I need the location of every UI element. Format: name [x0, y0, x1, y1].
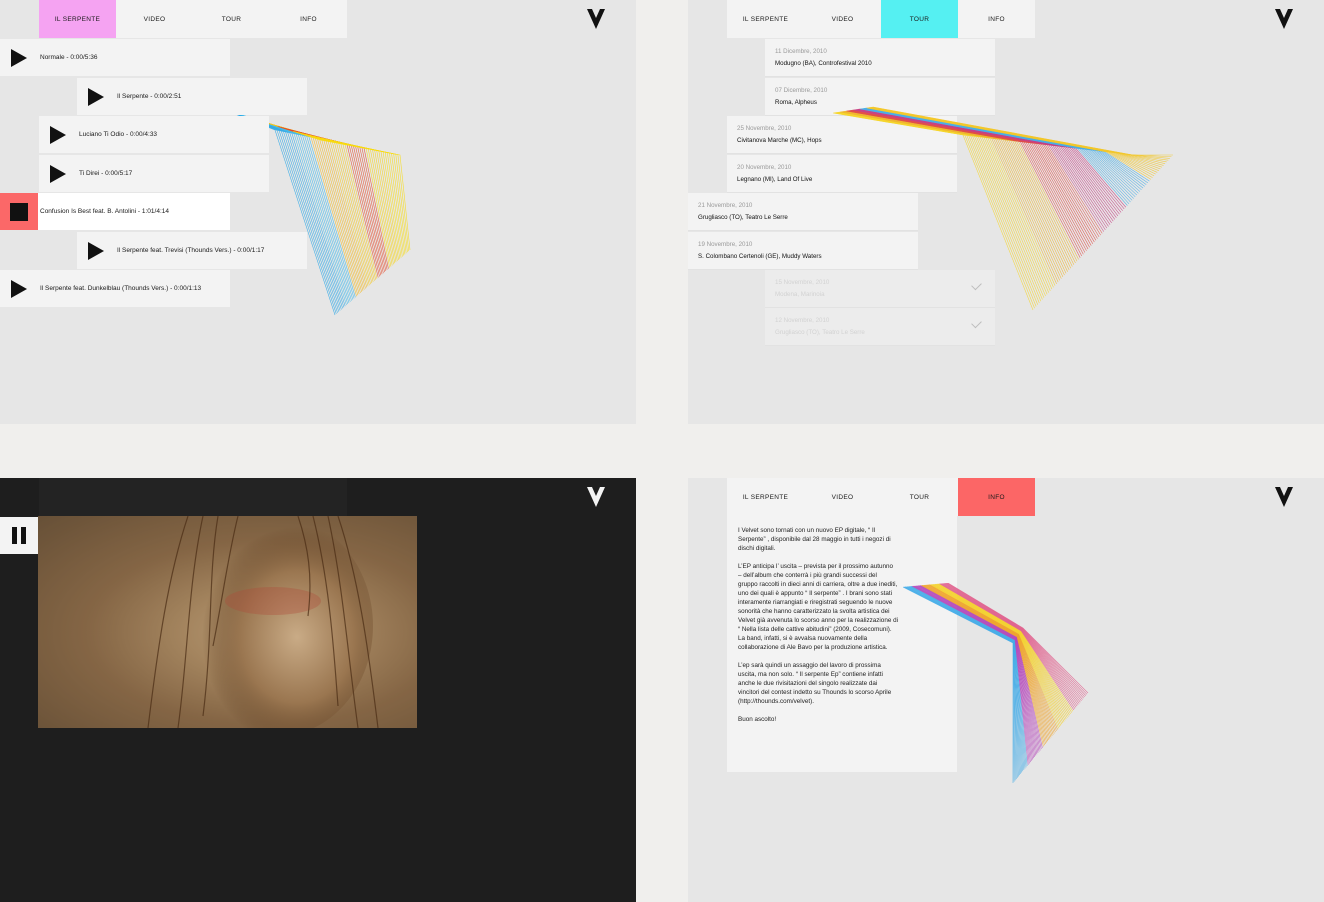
track-label: Confusion Is Best feat. B. Antolini - 1:… — [40, 208, 169, 215]
v-logo-icon[interactable] — [1275, 487, 1293, 507]
tour-venue: Modena, Marinoia — [775, 291, 825, 298]
tab-info[interactable]: INFO — [958, 478, 1035, 516]
pause-icon — [12, 527, 17, 544]
tab-video[interactable]: VIDEO — [804, 0, 881, 38]
tour-panel: IL SERPENTE VIDEO TOUR INFO 11 Dicembre,… — [688, 0, 1324, 424]
track-label: Normale - 0:00/5:36 — [40, 54, 98, 61]
tour-date: 15 Novembre, 2010 — [775, 279, 830, 286]
tour-venue: Grugliasco (TO), Teatro Le Serre — [775, 329, 865, 336]
v-logo-icon[interactable] — [1275, 9, 1293, 29]
main-nav: IL SERPENTE VIDEO TOUR INFO — [727, 478, 1035, 516]
tour-venue: Civitanova Marche (MC), Hops — [737, 137, 822, 144]
video-frame — [38, 516, 417, 728]
tab-il-serpente[interactable]: IL SERPENTE — [727, 478, 804, 516]
video-player[interactable] — [38, 516, 417, 728]
track-label: Il Serpente feat. Dunkelblau (Thounds Ve… — [40, 285, 202, 292]
serpent-artwork — [903, 583, 1089, 783]
art-line — [833, 112, 1034, 311]
pause-button[interactable] — [0, 517, 38, 554]
tour-date: 19 Novembre, 2010 — [698, 241, 753, 248]
play-icon[interactable] — [88, 87, 104, 106]
art-line — [872, 106, 1173, 156]
tab-video[interactable]: VIDEO — [804, 478, 881, 516]
tab-info[interactable] — [270, 478, 347, 516]
tour-venue: Modugno (BA), Controfestival 2010 — [775, 60, 872, 67]
tour-venue: Grugliasco (TO), Teatro Le Serre — [698, 214, 788, 221]
tab-info[interactable]: INFO — [958, 0, 1035, 38]
track-item[interactable]: Luciano Ti Odio - 0:00/4:33 — [39, 116, 269, 153]
video-panel — [0, 478, 636, 902]
tab-tour[interactable]: TOUR — [881, 478, 958, 516]
stop-button[interactable] — [0, 193, 38, 230]
track-item-playing[interactable]: Confusion Is Best feat. B. Antolini - 1:… — [0, 193, 230, 230]
tab-video[interactable]: VIDEO — [116, 0, 193, 38]
tab-il-serpente[interactable] — [39, 478, 116, 516]
track-item[interactable]: Il Serpente feat. Dunkelblau (Thounds Ve… — [0, 270, 230, 307]
main-nav: IL SERPENTE VIDEO TOUR INFO — [727, 0, 1035, 38]
play-icon[interactable] — [50, 125, 66, 144]
tour-date: 11 Dicembre, 2010 — [775, 48, 827, 55]
main-nav: IL SERPENTE VIDEO TOUR INFO — [39, 0, 347, 38]
serpente-panel: IL SERPENTE VIDEO TOUR INFO Normale - 0:… — [0, 0, 636, 424]
tab-il-serpente[interactable]: IL SERPENTE — [39, 0, 116, 38]
track-item[interactable]: Il Serpente feat. Trevisi (Thounds Vers.… — [77, 232, 307, 269]
tab-info[interactable]: INFO — [270, 0, 347, 38]
tour-venue: Legnano (MI), Land Of Live — [737, 176, 813, 183]
tour-date: 25 Novembre, 2010 — [737, 125, 792, 132]
play-icon[interactable] — [11, 279, 27, 298]
info-paragraph: I Velvet sono tornati con un nuovo EP di… — [738, 527, 891, 552]
tour-date-item[interactable]: 11 Dicembre, 2010 Modugno (BA), Controfe… — [765, 39, 995, 77]
info-panel: IL SERPENTE VIDEO TOUR INFO I Velvet son… — [688, 478, 1324, 902]
tour-date: 12 Novembre, 2010 — [775, 317, 830, 324]
tab-tour[interactable] — [193, 478, 270, 516]
art-line — [872, 106, 1172, 158]
play-icon[interactable] — [11, 48, 27, 67]
play-icon[interactable] — [50, 164, 66, 183]
tab-video[interactable] — [116, 478, 193, 516]
stop-icon — [10, 202, 28, 221]
tour-date: 07 Dicembre, 2010 — [775, 87, 828, 94]
track-item[interactable]: Il Serpente - 0:00/2:51 — [77, 78, 307, 115]
track-label: Il Serpente - 0:00/2:51 — [117, 93, 182, 100]
v-logo-icon[interactable] — [587, 9, 605, 29]
track-item[interactable]: Normale - 0:00/5:36 — [0, 39, 230, 76]
info-paragraph: Buon ascolto! — [738, 716, 777, 723]
serpent-artwork — [833, 106, 1173, 311]
info-paragraph: L’ep sarà quindi un assaggio del lavoro … — [738, 662, 892, 705]
play-icon[interactable] — [88, 241, 104, 260]
art-line — [834, 112, 1038, 305]
tab-tour[interactable]: TOUR — [193, 0, 270, 38]
tab-il-serpente[interactable]: IL SERPENTE — [727, 0, 804, 38]
track-item[interactable]: Ti Direi - 0:00/5:17 — [39, 155, 269, 192]
info-text: I Velvet sono tornati con un nuovo EP di… — [738, 526, 898, 733]
tour-date: 20 Novembre, 2010 — [737, 164, 792, 171]
track-label: Ti Direi - 0:00/5:17 — [79, 170, 133, 177]
tour-date: 21 Novembre, 2010 — [698, 202, 753, 209]
info-paragraph: L’EP anticipa l’ uscita – prevista per i… — [738, 563, 898, 651]
track-label: Il Serpente feat. Trevisi (Thounds Vers.… — [117, 247, 265, 254]
tour-venue: Roma, Alpheus — [775, 99, 817, 106]
main-nav — [39, 478, 347, 516]
track-label: Luciano Ti Odio - 0:00/4:33 — [79, 131, 158, 138]
tab-tour[interactable]: TOUR — [881, 0, 958, 38]
v-logo-icon[interactable] — [587, 487, 605, 507]
tour-venue: S. Colombano Certenoli (GE), Muddy Water… — [698, 253, 822, 260]
